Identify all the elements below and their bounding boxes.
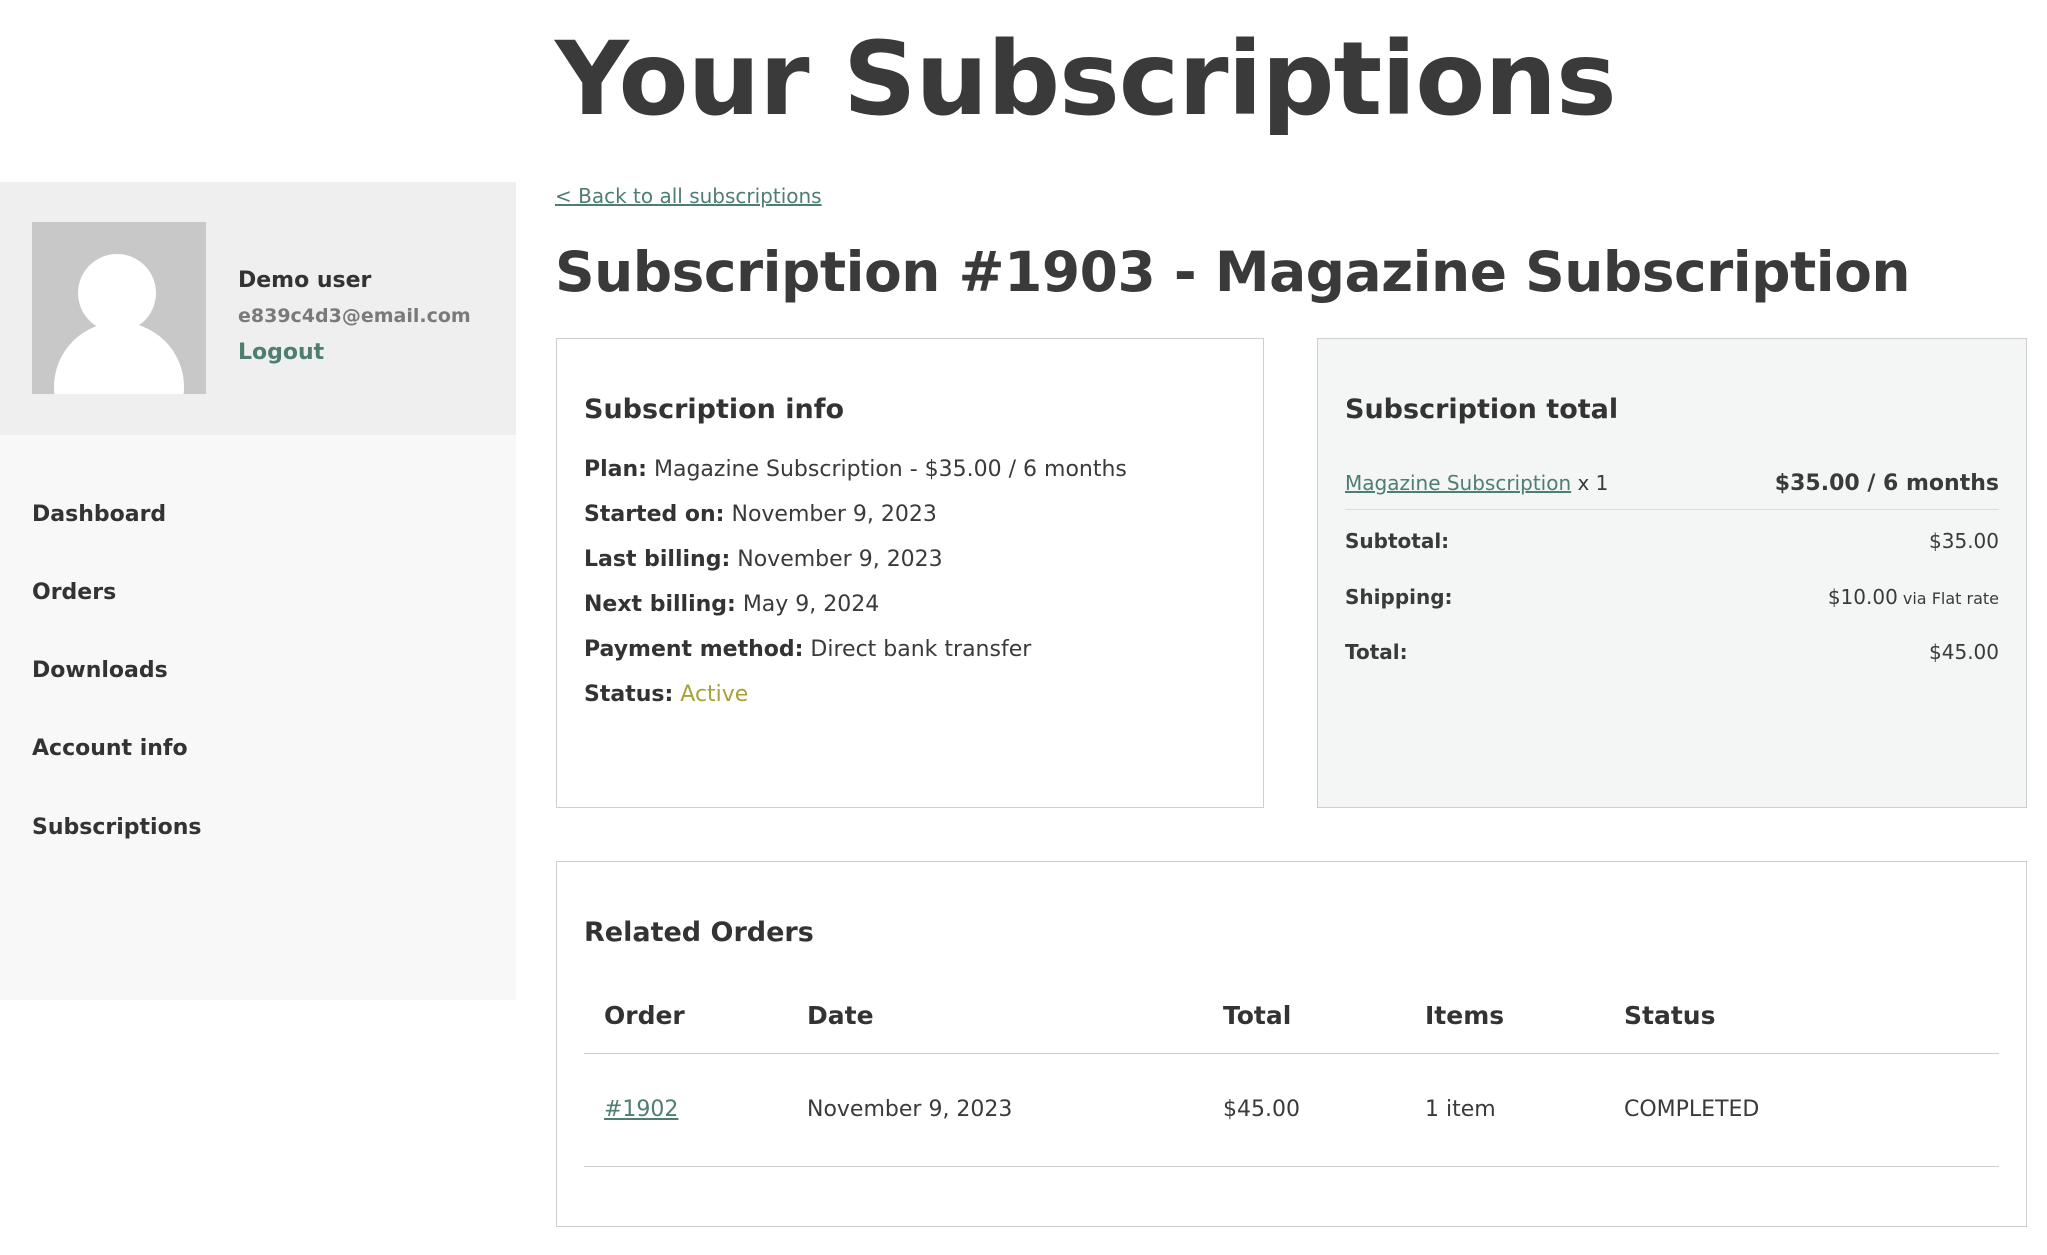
info-row-started: Started on: November 9, 2023: [584, 502, 937, 527]
subtotal-value: $35.00: [1929, 529, 1999, 553]
info-row-next-billing: Next billing: May 9, 2024: [584, 592, 879, 617]
total-line-subtotal: Subtotal: $35.00: [1345, 529, 1999, 555]
total-line-product: Magazine Subscription x 1 $35.00 / 6 mon…: [1345, 471, 1999, 497]
info-row-plan: Plan: Magazine Subscription - $35.00 / 6…: [584, 457, 1127, 482]
divider: [1345, 509, 1999, 510]
order-items: 1 item: [1425, 1097, 1496, 1122]
user-email: e839c4d3@email.com: [238, 305, 471, 327]
product-link[interactable]: Magazine Subscription: [1345, 471, 1571, 495]
info-row-last-billing: Last billing: November 9, 2023: [584, 547, 943, 572]
shipping-value: $10.00: [1827, 585, 1898, 609]
nav-item-dashboard[interactable]: Dashboard: [32, 502, 166, 527]
info-value: May 9, 2024: [742, 592, 880, 617]
order-link[interactable]: #1902: [604, 1097, 678, 1122]
related-orders-panel: Related Orders Order Date Total Items St…: [556, 861, 2027, 1227]
related-orders-heading: Related Orders: [584, 917, 814, 948]
user-profile: Demo user e839c4d3@email.com Logout: [0, 182, 516, 435]
total-label: Total:: [1345, 640, 1408, 664]
product-price: $35.00 / 6 months: [1774, 471, 1999, 496]
status-badge: Active: [680, 682, 749, 707]
avatar: [32, 222, 206, 394]
total-line-total: Total: $45.00: [1345, 640, 1999, 666]
info-row-status: Status: Active: [584, 682, 748, 707]
nav-item-orders[interactable]: Orders: [32, 580, 116, 605]
subtotal-label: Subtotal:: [1345, 529, 1450, 553]
back-to-subscriptions-link[interactable]: < Back to all subscriptions: [555, 184, 822, 208]
table-row-divider: [584, 1166, 1999, 1167]
avatar-body-shape: [54, 322, 184, 394]
info-label: Plan:: [584, 457, 647, 482]
page-title: Your Subscriptions: [555, 20, 1617, 139]
shipping-cell: $10.00 via Flat rate: [1828, 585, 1999, 609]
shipping-label: Shipping:: [1345, 585, 1453, 609]
nav-item-downloads[interactable]: Downloads: [32, 658, 168, 683]
info-label: Started on:: [584, 502, 725, 527]
info-label: Payment method:: [584, 637, 804, 662]
product-cell: Magazine Subscription x 1: [1345, 471, 1608, 495]
column-header-total: Total: [1223, 1001, 1292, 1030]
avatar-head-shape: [78, 254, 156, 332]
column-header-order: Order: [604, 1001, 685, 1030]
account-sidebar: Demo user e839c4d3@email.com Logout Dash…: [0, 182, 516, 1000]
total-value: $45.00: [1929, 640, 1999, 664]
column-header-status: Status: [1624, 1001, 1716, 1030]
info-value: Magazine Subscription - $35.00 / 6 month…: [653, 457, 1127, 482]
column-header-items: Items: [1425, 1001, 1505, 1030]
shipping-method: via Flat rate: [1897, 589, 1999, 608]
info-value: Direct bank transfer: [810, 637, 1032, 662]
order-date: November 9, 2023: [807, 1097, 1013, 1122]
subscription-total-heading: Subscription total: [1345, 394, 1619, 425]
column-header-date: Date: [807, 1001, 874, 1030]
subscription-info-panel: Subscription info Plan: Magazine Subscri…: [556, 338, 1264, 808]
total-line-shipping: Shipping: $10.00 via Flat rate: [1345, 585, 1999, 611]
order-status: COMPLETED: [1624, 1097, 1760, 1122]
info-row-payment-method: Payment method: Direct bank transfer: [584, 637, 1031, 662]
user-name: Demo user: [238, 268, 372, 293]
subscription-title: Subscription #1903 - Magazine Subscripti…: [555, 240, 1911, 304]
info-value: November 9, 2023: [737, 547, 943, 572]
order-total: $45.00: [1223, 1097, 1300, 1122]
info-label: Last billing:: [584, 547, 731, 572]
info-label: Status:: [584, 682, 674, 707]
subscription-info-heading: Subscription info: [584, 394, 845, 425]
table-header-divider: [584, 1053, 1999, 1054]
info-value: November 9, 2023: [731, 502, 937, 527]
product-qty: x 1: [1571, 471, 1609, 495]
nav-item-subscriptions[interactable]: Subscriptions: [32, 815, 201, 840]
logout-link[interactable]: Logout: [238, 340, 324, 365]
subscription-total-panel: Subscription total Magazine Subscription…: [1317, 338, 2027, 808]
nav-item-account-info[interactable]: Account info: [32, 736, 188, 761]
info-label: Next billing:: [584, 592, 736, 617]
